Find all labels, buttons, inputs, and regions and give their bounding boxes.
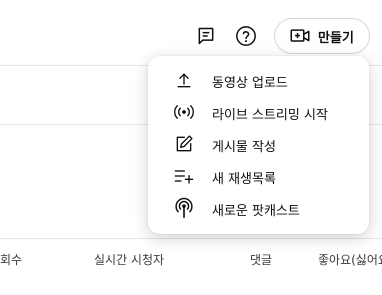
column-header-comments[interactable]: 댓글 [250, 251, 272, 268]
menu-item-label: 동영상 업로드 [212, 76, 288, 91]
menu-item-label: 게시물 작성 [212, 140, 276, 155]
podcast-icon [172, 196, 196, 220]
column-header-views[interactable]: 회수 [0, 251, 22, 268]
menu-item-go-live[interactable]: 라이브 스트리밍 시작 [148, 96, 369, 128]
upload-icon [172, 68, 196, 92]
help-icon [236, 26, 256, 46]
feedback-icon [198, 27, 214, 45]
menu-item-new-playlist[interactable]: 새 재생목록 [148, 160, 369, 192]
menu-item-create-post[interactable]: 게시물 작성 [148, 128, 369, 160]
help-button[interactable] [230, 20, 262, 52]
menu-item-new-podcast[interactable]: 새로운 팟캐스트 [148, 192, 369, 224]
create-button-label: 만들기 [318, 30, 354, 46]
create-button[interactable]: 만들기 [274, 18, 370, 54]
column-header-live-viewers[interactable]: 실시간 시청자 [94, 251, 164, 268]
edit-icon [172, 132, 196, 156]
menu-item-upload-video[interactable]: 동영상 업로드 [148, 64, 369, 96]
table-header: 회수 실시간 시청자 댓글 좋아요(싫어요 [0, 238, 382, 278]
playlist-add-icon [172, 164, 196, 188]
column-header-likes[interactable]: 좋아요(싫어요 [318, 251, 382, 268]
menu-item-label: 라이브 스트리밍 시작 [212, 108, 328, 123]
live-icon [172, 100, 196, 124]
menu-item-label: 새로운 팟캐스트 [212, 204, 300, 219]
video-plus-icon [290, 29, 310, 42]
create-menu: 동영상 업로드 라이브 스트리밍 시작 게시물 작성 새 재생목록 새로운 팟캐… [148, 56, 369, 234]
page: 만들기 회수 실시간 시청자 댓글 좋아요(싫어요 동영상 업로드 라이브 스트… [0, 0, 382, 295]
menu-item-label: 새 재생목록 [212, 172, 276, 187]
feedback-button[interactable] [190, 20, 222, 52]
